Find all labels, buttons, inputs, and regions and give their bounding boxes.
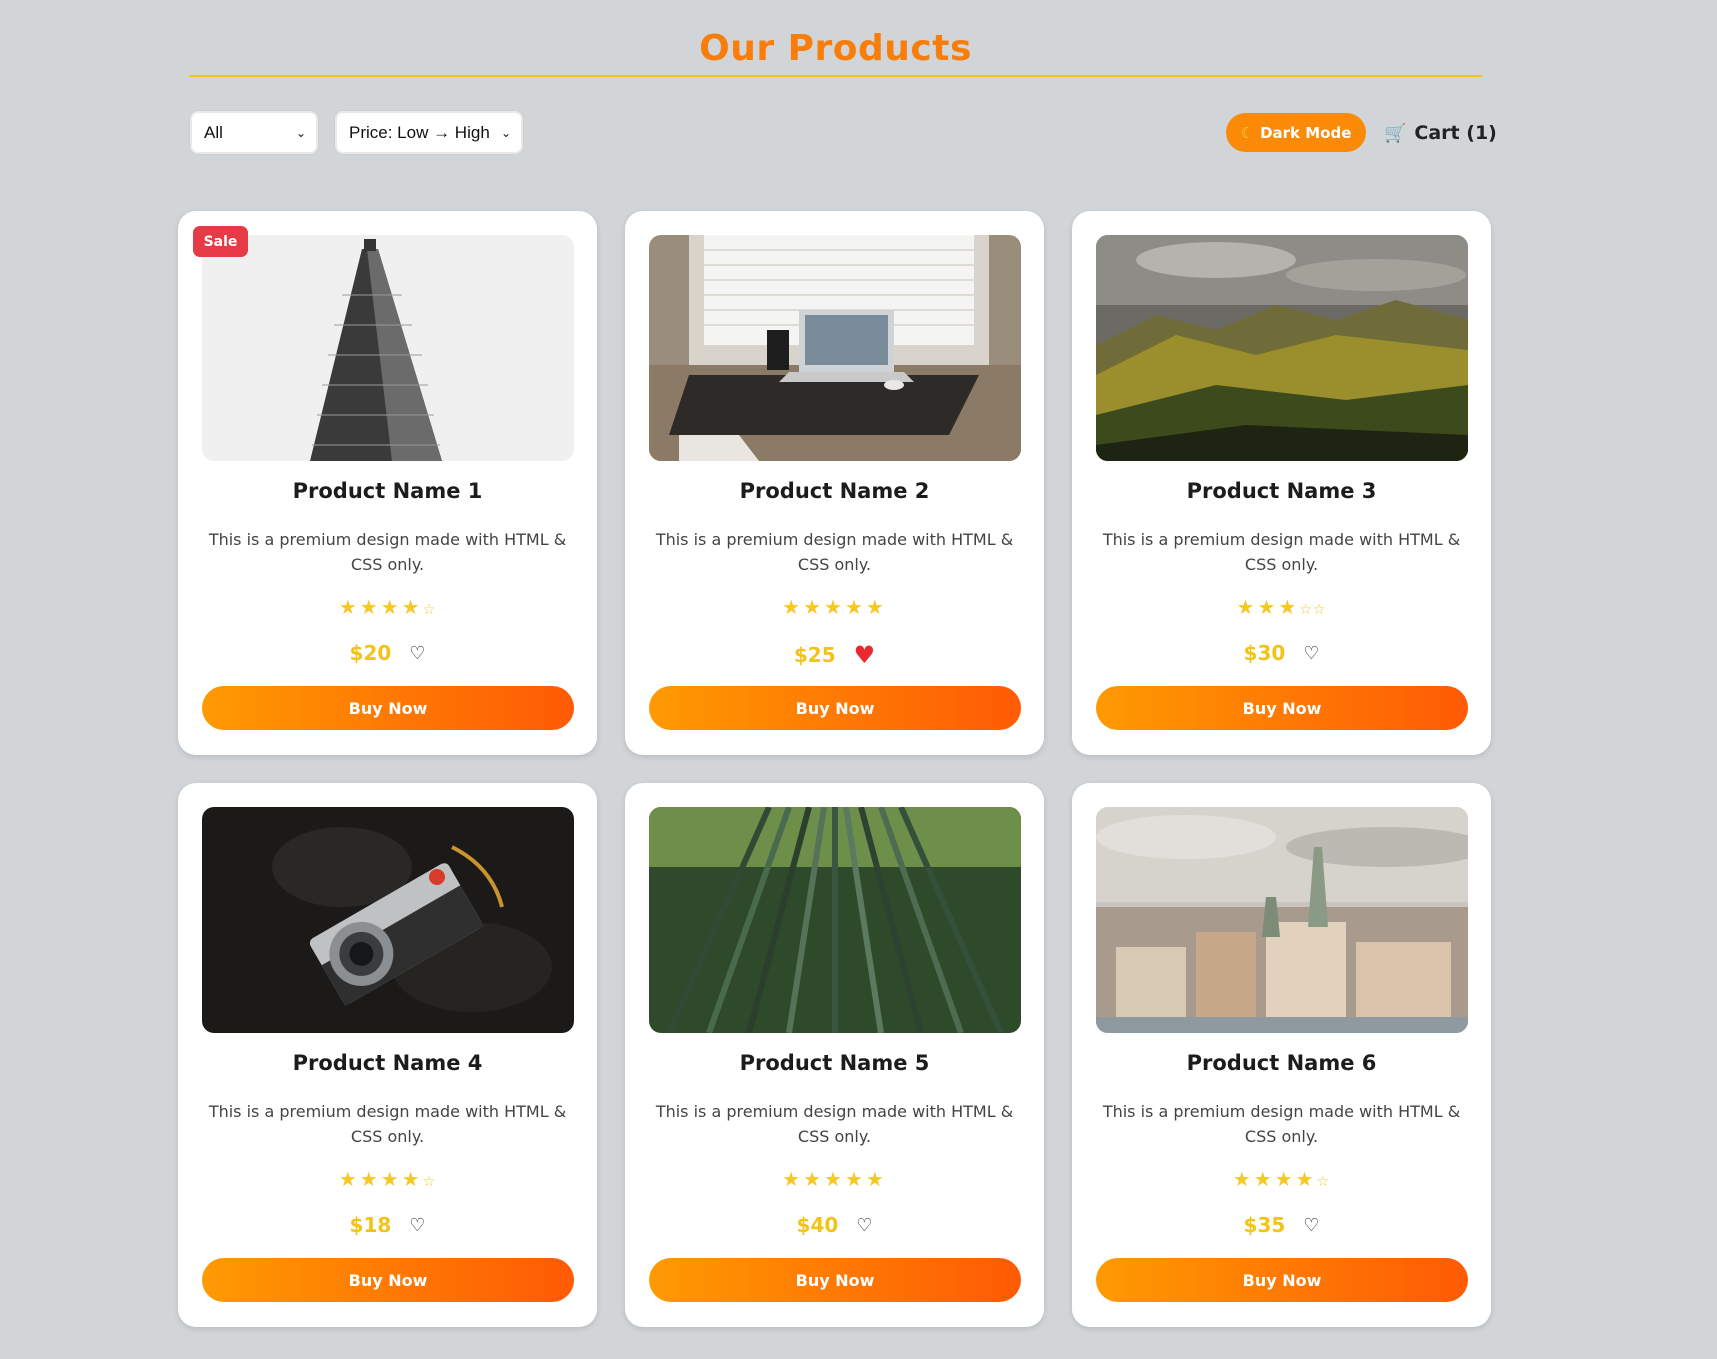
rating-stars: ★★★★☆ — [338, 1167, 437, 1191]
product-image-mountain-valley — [1096, 235, 1468, 461]
sale-badge: Sale — [193, 226, 248, 257]
product-image-flatiron-building — [202, 235, 574, 461]
cart-button[interactable]: 🛒 Cart (1) — [1384, 116, 1497, 150]
product-card: Product Name 5 This is a premium design … — [625, 783, 1044, 1327]
category-select-value: All — [204, 122, 223, 142]
product-name: Product Name 3 — [1186, 479, 1377, 503]
chevron-down-icon: ⌄ — [295, 125, 306, 140]
product-image-bamboo-forest — [649, 807, 1021, 1033]
product-card: Product Name 6 This is a premium design … — [1072, 783, 1491, 1327]
price-row: $18 ♡ — [178, 1213, 597, 1237]
sort-select[interactable]: Price: Low → High ⌄ — [335, 111, 523, 154]
price-row: $25 ♥ — [625, 641, 1044, 669]
moon-icon: ☾ — [1240, 123, 1255, 142]
product-name: Product Name 2 — [739, 479, 930, 503]
product-price: $20 — [349, 641, 392, 665]
product-price: $35 — [1243, 1213, 1286, 1237]
product-name: Product Name 4 — [292, 1051, 483, 1075]
product-image-city-skyline — [1096, 807, 1468, 1033]
rating-stars: ★★★★☆ — [1232, 1167, 1331, 1191]
heart-filled-icon[interactable]: ♥ — [854, 641, 876, 669]
product-name: Product Name 5 — [739, 1051, 930, 1075]
rating-stars: ★★★★★ — [782, 1167, 887, 1191]
buy-now-button[interactable]: Buy Now — [649, 686, 1021, 730]
product-card: Product Name 4 This is a premium design … — [178, 783, 597, 1327]
product-image-camera — [202, 807, 574, 1033]
buy-now-button[interactable]: Buy Now — [1096, 686, 1468, 730]
price-row: $20 ♡ — [178, 641, 597, 665]
product-name: Product Name 1 — [292, 479, 483, 503]
rating-stars: ★★★★☆ — [338, 595, 437, 619]
product-page: Our Products All ⌄ Price: Low → High ⌄ ☾… — [0, 0, 1717, 1359]
buy-now-button[interactable]: Buy Now — [1096, 1258, 1468, 1302]
buy-now-button[interactable]: Buy Now — [202, 686, 574, 730]
product-card: Product Name 3 This is a premium design … — [1072, 211, 1491, 755]
price-row: $35 ♡ — [1072, 1213, 1491, 1237]
heart-outline-icon[interactable]: ♡ — [856, 1215, 872, 1236]
buy-now-button[interactable]: Buy Now — [202, 1258, 574, 1302]
product-description: This is a premium design made with HTML … — [655, 530, 1014, 574]
product-price: $30 — [1243, 641, 1286, 665]
product-description: This is a premium design made with HTML … — [1102, 530, 1461, 574]
category-select[interactable]: All ⌄ — [190, 111, 318, 154]
dark-mode-button[interactable]: ☾ Dark Mode — [1226, 113, 1366, 152]
rating-stars: ★★★☆☆ — [1236, 595, 1327, 619]
product-price: $25 — [793, 643, 836, 667]
cart-label: Cart (1) — [1414, 122, 1497, 144]
page-header: Our Products — [189, 22, 1482, 77]
heart-outline-icon[interactable]: ♡ — [1303, 643, 1319, 664]
page-title: Our Products — [699, 28, 972, 69]
heart-outline-icon[interactable]: ♡ — [409, 1215, 425, 1236]
product-grid: Sale Product Name 1 This is a premium de… — [178, 211, 1491, 1327]
product-image-laptop-desk — [649, 235, 1021, 461]
product-name: Product Name 6 — [1186, 1051, 1377, 1075]
price-row: $40 ♡ — [625, 1213, 1044, 1237]
chevron-down-icon: ⌄ — [500, 125, 511, 140]
product-description: This is a premium design made with HTML … — [208, 530, 567, 574]
product-price: $18 — [349, 1213, 392, 1237]
product-card: Sale Product Name 1 This is a premium de… — [178, 211, 597, 755]
product-description: This is a premium design made with HTML … — [655, 1102, 1014, 1146]
sort-select-value: Price: Low → High — [349, 122, 490, 142]
buy-now-button[interactable]: Buy Now — [649, 1258, 1021, 1302]
cart-icon: 🛒 — [1384, 122, 1407, 144]
product-card: Product Name 2 This is a premium design … — [625, 211, 1044, 755]
heart-outline-icon[interactable]: ♡ — [409, 643, 425, 664]
product-description: This is a premium design made with HTML … — [208, 1102, 567, 1146]
rating-stars: ★★★★★ — [782, 595, 887, 619]
product-description: This is a premium design made with HTML … — [1102, 1102, 1461, 1146]
price-row: $30 ♡ — [1072, 641, 1491, 665]
heart-outline-icon[interactable]: ♡ — [1303, 1215, 1319, 1236]
dark-mode-label: Dark Mode — [1260, 123, 1352, 142]
product-price: $40 — [796, 1213, 839, 1237]
